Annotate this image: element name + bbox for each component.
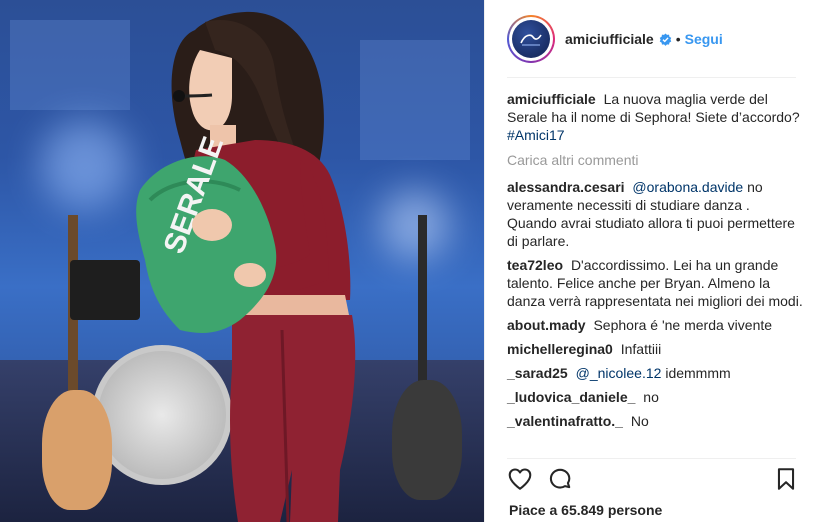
comment-text: no [643,389,659,405]
post-sidebar: amiciufficiale • Segui amiciufficiale La… [484,0,820,522]
comment-item: michelleregina0 Infattiii [507,340,803,358]
comment-text: No [630,413,649,429]
bookmark-icon[interactable] [773,466,799,492]
avatar[interactable] [507,15,555,63]
username-link[interactable]: amiciufficiale [565,31,654,47]
separator-dot: • [675,31,681,47]
comment-item: _ludovica_daniele_ no [507,388,803,406]
caption-hashtag[interactable]: #Amici17 [507,127,565,143]
comment-item: _valentinafratto._ No [507,412,803,430]
comment-item: alessandra.cesari @orabona.davide no ver… [507,178,803,250]
comment-text: idemmmm [665,365,731,381]
divider [507,458,796,459]
comment-text: Sephora é 'ne merda vivente [593,317,773,333]
heart-icon[interactable] [507,466,533,492]
load-more-comments-button[interactable]: Carica altri commenti [507,151,803,169]
comment-mention[interactable]: @_nicolee.12 [576,365,662,381]
comment-username[interactable]: _valentinafratto._ [507,413,623,429]
comment-username[interactable]: michelleregina0 [507,341,613,357]
post-header: amiciufficiale • Segui [485,0,820,78]
person-figure: SERALE [136,11,356,522]
post-photo[interactable]: SERALE [0,0,484,522]
comment-username[interactable]: _sarad25 [507,365,568,381]
comment-bubble-icon[interactable] [547,466,573,492]
post-caption: amiciufficiale La nuova maglia verde del… [507,90,803,144]
comment-username[interactable]: alessandra.cesari [507,179,625,195]
post-actions [507,466,799,494]
comments-list: amiciufficiale La nuova maglia verde del… [507,90,803,436]
follow-button[interactable]: Segui [685,31,723,47]
comment-username[interactable]: tea72leo [507,257,563,273]
divider [507,77,796,78]
likes-count[interactable]: Piace a 65.849 persone [509,502,662,518]
comment-item: _sarad25 @_nicolee.12 idemmmm [507,364,803,382]
comment-username[interactable]: _ludovica_daniele_ [507,389,635,405]
comment-mention[interactable]: @orabona.davide [632,179,743,195]
comment-item: tea72leo D'accordissimo. Lei ha un grand… [507,256,803,310]
amici-logo-icon [520,34,542,46]
caption-username[interactable]: amiciufficiale [507,91,596,107]
comment-item: about.mady Sephora é 'ne merda vivente [507,316,803,334]
comment-text: Infattiii [620,341,662,357]
comment-username[interactable]: about.mady [507,317,586,333]
verified-badge-icon [659,32,671,46]
